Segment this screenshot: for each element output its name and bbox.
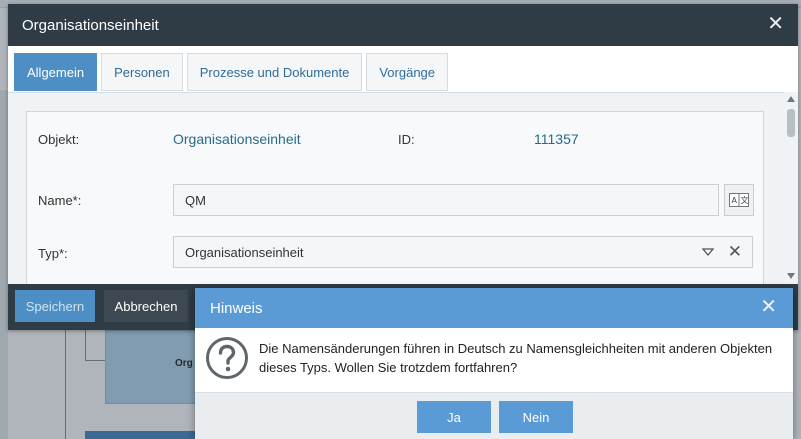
svg-text:A: A — [732, 196, 738, 205]
tab-vorgaenge[interactable]: Vorgänge — [366, 53, 449, 91]
translate-button[interactable]: A 文 — [724, 184, 754, 216]
modal-footer: Ja Nein — [195, 392, 793, 439]
scroll-down-icon[interactable] — [787, 273, 795, 279]
cancel-button[interactable]: Abbrechen — [104, 290, 188, 322]
dialog-content: Objekt: Organisationseinheit ID: 111357 … — [8, 92, 798, 284]
typ-select[interactable]: Organisationseinheit ✕ — [173, 236, 753, 268]
objekt-value: Organisationseinheit — [173, 131, 301, 147]
objekt-label: Objekt: — [38, 132, 80, 147]
clear-icon[interactable]: ✕ — [728, 243, 742, 261]
tab-prozesse-und-dokumente[interactable]: Prozesse und Dokumente — [186, 53, 363, 91]
general-panel: Objekt: Organisationseinheit ID: 111357 … — [26, 111, 764, 284]
dialog-header: Organisationseinheit ✕ — [8, 4, 798, 46]
modal-title: Hinweis — [210, 300, 263, 317]
tab-bar: Allgemein Personen Prozesse und Dokument… — [14, 53, 449, 91]
id-label: ID: — [398, 132, 415, 147]
no-button[interactable]: Nein — [499, 401, 573, 433]
name-label: Name*: — [38, 193, 82, 208]
content-scrollbar[interactable] — [784, 92, 798, 284]
hinweis-modal: Hinweis ✕ Die Namensänderungen führen in… — [195, 288, 793, 439]
close-icon[interactable]: ✕ — [760, 297, 777, 317]
modal-body: Die Namensänderungen führen in Deutsch z… — [195, 328, 793, 392]
translate-icon: A 文 — [729, 193, 749, 207]
modal-header: Hinweis ✕ — [195, 288, 793, 328]
organisationseinheit-dialog: Organisationseinheit ✕ Allgemein Persone… — [8, 4, 798, 330]
tab-personen[interactable]: Personen — [101, 53, 183, 91]
name-input[interactable]: QM — [173, 184, 719, 216]
close-icon[interactable]: ✕ — [767, 14, 784, 34]
save-button[interactable]: Speichern — [15, 290, 95, 322]
scroll-up-icon[interactable] — [787, 96, 795, 102]
question-icon — [206, 337, 248, 379]
svg-text:文: 文 — [741, 195, 749, 205]
typ-select-value: Organisationseinheit — [185, 244, 304, 260]
id-value: 111357 — [534, 131, 579, 147]
dialog-title: Organisationseinheit — [22, 17, 159, 34]
yes-button[interactable]: Ja — [417, 401, 491, 433]
modal-message: Die Namensänderungen führen in Deutsch z… — [259, 341, 773, 375]
tab-allgemein[interactable]: Allgemein — [14, 53, 98, 91]
chevron-down-icon[interactable] — [702, 246, 714, 258]
scrollbar-thumb[interactable] — [787, 109, 795, 137]
typ-label: Typ*: — [38, 246, 68, 261]
